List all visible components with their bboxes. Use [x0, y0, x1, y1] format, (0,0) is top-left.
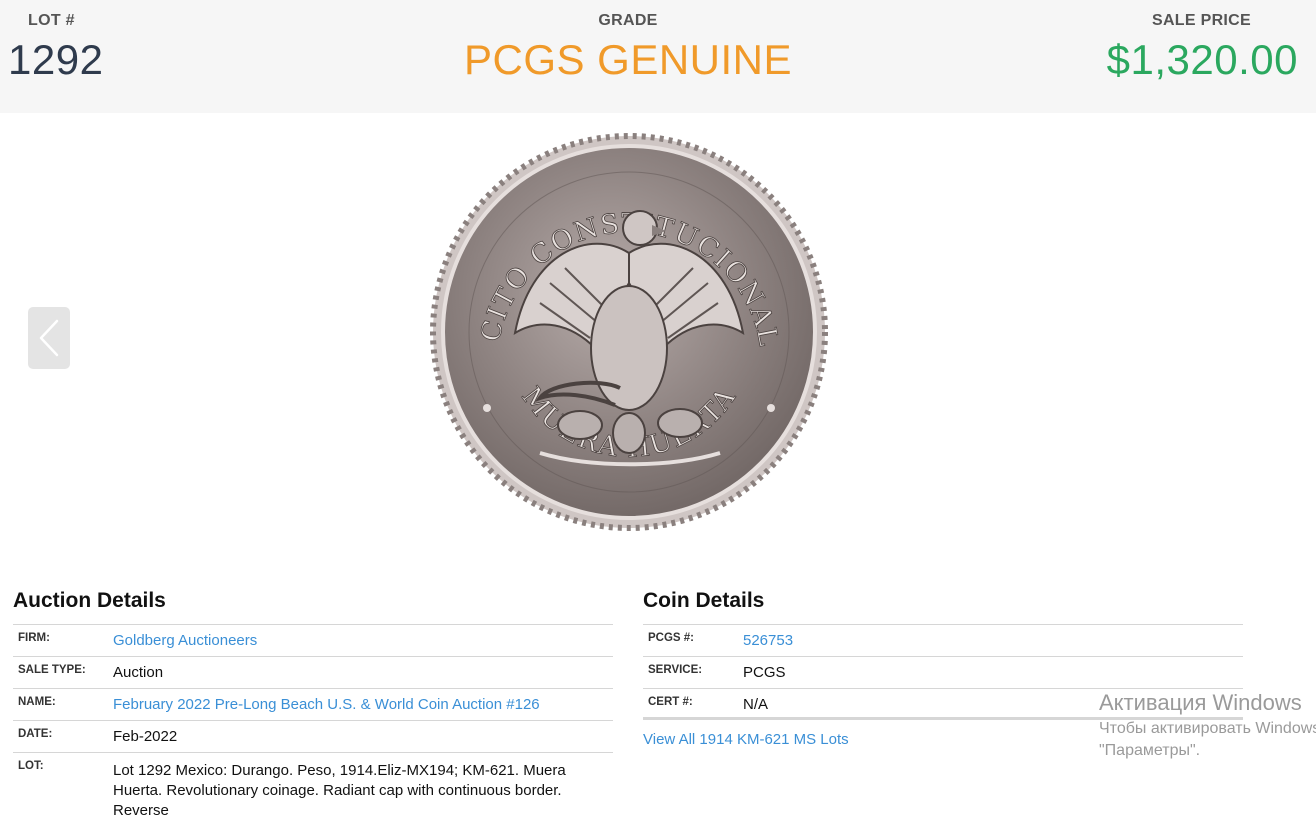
coin-image: EJERCITO CONSTITUCIONALISTA MUERA HUERTA	[418, 109, 828, 531]
lot-description: Lot 1292 Mexico: Durango. Peso, 1914.Eli…	[113, 762, 566, 819]
pcgs-number-link[interactable]: 526753	[743, 625, 1243, 651]
row-key: FIRM:	[18, 632, 50, 644]
windows-activation-watermark: Активация Windows Чтобы активировать Win…	[1099, 690, 1316, 760]
previous-image-button[interactable]	[28, 307, 70, 369]
grade-value: PCGS GENUINE	[463, 36, 793, 83]
row-key: SALE TYPE:	[18, 664, 86, 676]
coin-row-service: SERVICE: PCGS	[643, 656, 1243, 688]
watermark-line: "Параметры".	[1099, 742, 1201, 759]
auction-row-date: DATE: Feb-2022	[13, 720, 613, 752]
auction-row-sale-type: SALE TYPE: Auction	[13, 656, 613, 688]
row-value: Auction	[113, 664, 164, 681]
auction-details-panel: Auction Details FIRM: Goldberg Auctionee…	[13, 589, 613, 821]
chevron-left-icon	[39, 319, 59, 357]
row-value: PCGS	[743, 664, 786, 681]
lot-summary-header: LOT # 1292 GRADE PCGS GENUINE SALE PRICE…	[0, 0, 1316, 113]
auction-row-lot: LOT: Lot 1292 Mexico: Durango. Peso, 191…	[13, 752, 613, 821]
row-key: NAME:	[18, 696, 56, 708]
row-key: PCGS #:	[648, 632, 695, 644]
sale-price-value: $1,320.00	[1106, 36, 1298, 83]
auction-row-name: NAME: February 2022 Pre-Long Beach U.S. …	[13, 688, 613, 720]
watermark-line: Чтобы активировать Windows	[1099, 720, 1316, 737]
row-value: Feb-2022	[113, 728, 178, 745]
row-key: LOT:	[18, 760, 44, 772]
coin-details-title: Coin Details	[643, 589, 765, 612]
sale-price-label: SALE PRICE	[1151, 12, 1251, 29]
row-key: SERVICE:	[648, 664, 703, 676]
auction-details-title: Auction Details	[13, 589, 166, 612]
watermark-title: Активация Windows	[1099, 690, 1302, 715]
firm-link[interactable]: Goldberg Auctioneers	[113, 625, 613, 651]
grade-label: GRADE	[598, 12, 658, 29]
row-key: DATE:	[18, 728, 53, 740]
coin-row-pcgs-number: PCGS #: 526753	[643, 624, 1243, 656]
sale-price-block: SALE PRICE $1,320.00	[1107, 12, 1298, 81]
auction-name-link[interactable]: February 2022 Pre-Long Beach U.S. & Worl…	[113, 689, 613, 715]
auction-row-firm: FIRM: Goldberg Auctioneers	[13, 624, 613, 656]
row-key: CERT #:	[648, 696, 693, 708]
grade-block: GRADE PCGS GENUINE	[0, 12, 1256, 81]
